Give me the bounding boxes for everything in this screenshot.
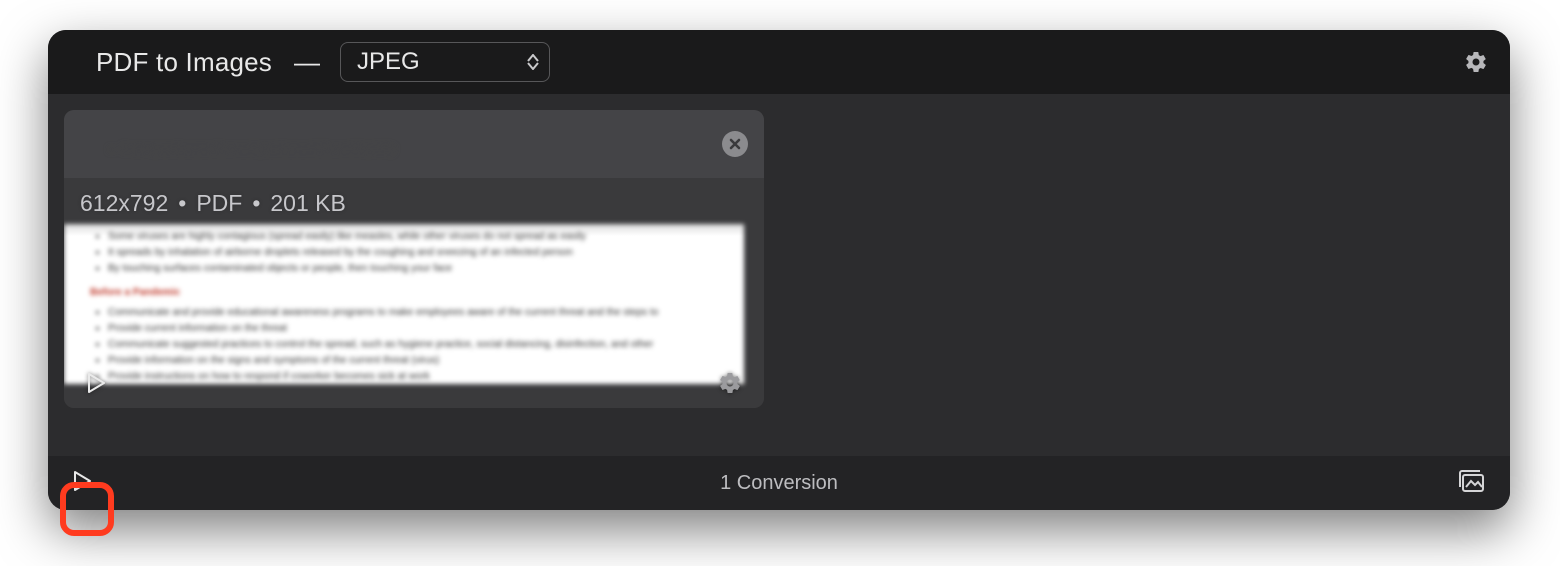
settings-button[interactable]	[1462, 48, 1490, 76]
footer-bar: 1 Conversion	[48, 456, 1510, 510]
title-separator: —	[294, 47, 320, 78]
file-size: 201 KB	[270, 190, 345, 217]
output-panel-button[interactable]	[1456, 468, 1486, 499]
app-window: PDF to Images — JPEG	[48, 30, 1510, 510]
meta-separator: •	[252, 190, 260, 217]
app-title: PDF to Images	[96, 47, 272, 78]
run-all-button[interactable]	[72, 470, 92, 497]
gear-icon	[1464, 50, 1488, 74]
play-icon	[72, 470, 92, 492]
conversion-status: 1 Conversion	[720, 472, 838, 495]
images-stack-icon	[1456, 468, 1486, 494]
gear-icon	[718, 371, 742, 395]
header-bar: PDF to Images — JPEG	[48, 30, 1510, 94]
format-select-value: JPEG	[357, 48, 420, 76]
file-dimensions: 612x792	[80, 190, 168, 217]
file-type: PDF	[196, 190, 242, 217]
card-convert-button[interactable]	[86, 372, 106, 399]
output-format-select[interactable]: JPEG	[340, 42, 550, 82]
card-actions	[64, 362, 764, 408]
play-icon	[86, 372, 106, 394]
card-settings-button[interactable]	[718, 371, 742, 400]
meta-separator: •	[178, 190, 186, 217]
file-meta: 612x792 • PDF • 201 KB	[80, 190, 346, 217]
content-area: It can spread across the country and aro…	[48, 94, 1510, 456]
file-card[interactable]: It can spread across the country and aro…	[64, 110, 764, 408]
chevron-up-down-icon	[527, 54, 539, 70]
